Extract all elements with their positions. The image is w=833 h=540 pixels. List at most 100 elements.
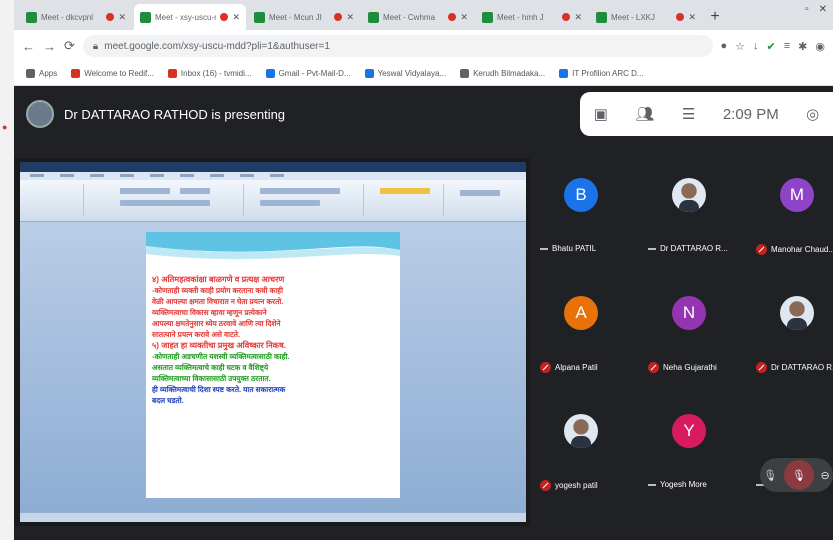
meet-favicon-icon: [254, 11, 265, 23]
participant-tile[interactable]: Dr DATTARAO R...: [648, 158, 758, 276]
audio-level-icon: [648, 483, 656, 486]
participant-name: Dr DATTARAO R...: [660, 244, 728, 253]
participant-name: Bhatu PATIL: [552, 244, 597, 253]
chat-icon[interactable]: ☰: [682, 105, 695, 123]
close-tab-icon[interactable]: ✕: [460, 12, 468, 23]
extension-icon[interactable]: ↓: [753, 40, 759, 52]
presenter-bar: Dr DATTARAO RATHOD is presenting: [14, 86, 580, 142]
close-tab-icon[interactable]: ✕: [346, 12, 354, 23]
browser-tab[interactable]: Meet - Cwhma ✕: [362, 4, 474, 30]
recording-dot-icon: [562, 13, 571, 21]
recording-dot-icon: [220, 13, 229, 21]
participant-label: Neha Gujarathi: [648, 362, 717, 373]
muted-mic-icon: [540, 480, 551, 491]
participant-tile[interactable]: Dr DATTARAO R...: [756, 276, 833, 394]
meet-favicon-icon: [596, 11, 607, 23]
bookmark-item[interactable]: Kerudh Bilmadaka...: [460, 69, 545, 78]
url-text: meet.google.com/xsy-uscu-mdd?pli=1&authu…: [104, 40, 330, 52]
check-extension-icon[interactable]: ✔: [767, 40, 776, 53]
participant-tile[interactable]: M Manohar Chaud...: [756, 158, 833, 276]
lock-icon: 🔒︎: [92, 40, 99, 52]
recording-dot-icon: [448, 13, 457, 21]
bookmark-label: Kerudh Bilmadaka...: [473, 69, 546, 78]
close-tab-icon[interactable]: ✕: [232, 12, 240, 23]
document-line: -कोणताही व्यक्ती काही प्रयोग करताना कधी …: [152, 286, 283, 295]
participant-label: Alpana Patil: [540, 362, 598, 373]
camera-icon[interactable]: ●: [721, 40, 728, 52]
meet-favicon-icon: [26, 11, 37, 23]
participant-label: Dr DATTARAO R...: [756, 362, 833, 373]
more-options-icon[interactable]: ⊖: [820, 469, 829, 482]
back-icon[interactable]: ←: [22, 39, 35, 54]
puzzle-icon[interactable]: ✱: [798, 40, 807, 53]
participant-tile[interactable]: Yogesh More: [756, 394, 833, 512]
word-menu-tab: [120, 174, 134, 177]
browser-tab[interactable]: Meet - LXKJ ✕: [590, 4, 702, 30]
bookmark-item[interactable]: Welcome to Redif...: [71, 69, 154, 78]
tab-title: Meet - Mcun JI: [269, 12, 322, 22]
bookmark-item[interactable]: Yeswal Vidyalaya...: [364, 69, 446, 78]
floating-mic-controls: 🎙︎ 🎙︎ ⊖: [760, 458, 833, 492]
participant-label: Yogesh More: [648, 480, 707, 489]
participant-photo: [672, 178, 706, 212]
reload-icon[interactable]: ⟳: [64, 38, 75, 54]
participant-tile[interactable]: N Neha Gujarathi: [648, 276, 758, 394]
participant-label: yogesh patil: [540, 480, 598, 491]
bookmark-item[interactable]: Apps: [26, 69, 57, 78]
bookmark-item[interactable]: Inbox (16) - tvmidi...: [167, 69, 252, 78]
participant-tile[interactable]: B Bhatu PATIL: [540, 158, 650, 276]
you-avatar-icon[interactable]: ◎: [806, 105, 819, 123]
close-window-icon[interactable]: ✕: [819, 4, 827, 15]
participant-name: Yogesh More: [660, 480, 707, 489]
participant-grid: B Bhatu PATIL Dr DATTARAO R... M Manohar Cha…: [540, 158, 833, 526]
forward-icon[interactable]: →: [43, 39, 56, 54]
browser-tab[interactable]: Meet - xsy-uscu-mdd ✕: [134, 4, 246, 30]
page-wave-decoration: [146, 232, 400, 260]
participant-tile[interactable]: yogesh patil: [540, 394, 650, 512]
record-indicator-icon: ●: [2, 122, 8, 132]
bookmark-label: Inbox (16) - tvmidi...: [180, 69, 252, 78]
bookmark-favicon-icon: [265, 69, 275, 78]
browser-tab[interactable]: Meet - dkcvpnl ✕: [20, 4, 132, 30]
restore-icon[interactable]: ▫: [805, 4, 809, 15]
participant-tile[interactable]: A Alpana Patil: [540, 276, 650, 394]
star-icon[interactable]: ☆: [735, 40, 745, 53]
browser-tab[interactable]: Meet - Mcun JI ✕: [248, 4, 360, 30]
mic-icon[interactable]: 🎙︎: [763, 469, 777, 482]
word-menu-tab: [240, 174, 254, 177]
menu-extension-icon[interactable]: ≡: [784, 40, 790, 52]
close-tab-icon[interactable]: ✕: [118, 12, 126, 23]
word-menu-tab: [210, 174, 224, 177]
tab-title: Meet - Cwhma: [383, 12, 436, 22]
info-icon[interactable]: ▣: [594, 105, 608, 123]
participant-avatar: Y: [672, 414, 706, 448]
word-menu-tab: [180, 174, 194, 177]
browser-tab[interactable]: Meet - hmh J ✕: [476, 4, 588, 30]
recording-dot-icon: [334, 13, 343, 21]
word-menu-tab: [90, 174, 104, 177]
word-title-bar: ​: [20, 162, 526, 172]
profile-icon[interactable]: ◉: [815, 40, 825, 53]
presenter-text: Dr DATTARAO RATHOD is presenting: [64, 106, 286, 122]
shared-screen: ​ ४) अतिमहत्वकांक्: [14, 158, 530, 526]
word-ribbon: [20, 180, 526, 222]
window-controls: ▫ ✕: [805, 4, 827, 15]
close-tab-icon[interactable]: ✕: [574, 12, 582, 23]
people-icon[interactable]: 👥︎: [635, 105, 654, 123]
participant-name: Manohar Chaud...: [771, 245, 833, 254]
document-line: ५) जाहत हा व्यक्तीचा प्रमुख अविष्कार निक…: [152, 341, 286, 350]
bookmark-label: Gmail - Pvt-Mail-D...: [278, 69, 351, 78]
url-bar[interactable]: 🔒︎ meet.google.com/xsy-uscu-mdd?pli=1&au…: [82, 35, 713, 57]
close-tab-icon[interactable]: ✕: [688, 12, 696, 23]
participant-label: Manohar Chaud...: [756, 244, 833, 255]
participant-label: Bhatu PATIL: [540, 244, 596, 253]
bookmark-item[interactable]: IT Profilion ARC D...: [559, 69, 644, 78]
bookmark-item[interactable]: Gmail - Pvt-Mail-D...: [265, 69, 351, 78]
document-line: वेळी आपल्या क्षमता विचारात न घेता प्रयत्…: [152, 297, 284, 306]
document-line: -कोणताही अडचणीत यशस्वी व्यक्तिमत्वासाठी …: [152, 352, 290, 361]
participant-tile[interactable]: Y Yogesh More: [648, 394, 758, 512]
new-tab-button[interactable]: +: [704, 4, 726, 30]
tab-title: Meet - dkcvpnl: [41, 12, 94, 22]
meet-favicon-icon: [482, 11, 493, 23]
mute-toggle-button[interactable]: 🎙︎: [783, 460, 814, 490]
